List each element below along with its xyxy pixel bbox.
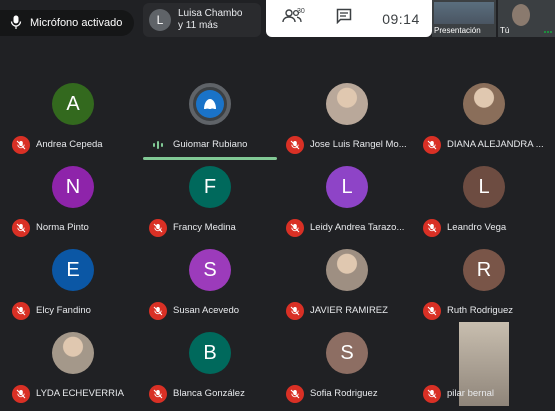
microphone-off-icon <box>149 302 167 320</box>
microphone-off-icon <box>423 302 441 320</box>
microphone-off-icon <box>12 385 30 403</box>
speaking-icon <box>153 140 163 150</box>
participant-name: Norma Pinto <box>36 222 89 233</box>
avatar: A <box>52 83 94 125</box>
chat-button[interactable] <box>318 0 370 37</box>
participant-name: LYDA ECHEVERRIA <box>36 388 124 399</box>
avatar: S <box>189 249 231 291</box>
microphone-off-icon <box>286 136 304 154</box>
microphone-off-icon <box>149 219 167 237</box>
avatar: F <box>189 166 231 208</box>
participant-tile[interactable]: B Blanca González <box>143 326 277 406</box>
avatar <box>463 83 505 125</box>
microphone-off-icon <box>423 219 441 237</box>
people-button[interactable]: 30 <box>266 0 318 37</box>
presentation-label: Presentación <box>434 26 481 35</box>
participant-tile[interactable]: L Leidy Andrea Tarazo... <box>280 160 414 240</box>
call-toolbar: 30 09:14 <box>266 0 432 37</box>
microphone-off-icon <box>12 302 30 320</box>
participant-name: Jose Luis Rangel Mo... <box>310 139 407 150</box>
participant-name: Blanca González <box>173 388 245 399</box>
self-view-thumbnail[interactable]: Tú <box>498 0 555 37</box>
participant-name: pilar bernal <box>447 388 494 399</box>
participant-tile[interactable]: JAVIER RAMIREZ <box>280 243 414 323</box>
clock: 09:14 <box>382 10 420 27</box>
microphone-off-icon <box>286 385 304 403</box>
participant-tile[interactable]: E Elcy Fandino <box>6 243 140 323</box>
avatar: S <box>326 332 368 374</box>
self-video <box>512 4 530 26</box>
caller-name: Luisa Chambo <box>178 8 243 19</box>
participant-name: DIANA ALEJANDRA ... <box>447 139 544 150</box>
participant-tile[interactable]: pilar bernal <box>417 322 551 406</box>
participant-name: Elcy Fandino <box>36 305 91 316</box>
participant-grid: A Andrea Cepeda Guiomar Rubiano Jose Luis R… <box>6 77 555 411</box>
people-count: 30 <box>297 8 305 15</box>
microphone-off-icon <box>286 302 304 320</box>
mic-status-pill[interactable]: Micrófono activado <box>0 10 134 36</box>
participant-tile[interactable]: S Susan Acevedo <box>143 243 277 323</box>
microphone-off-icon <box>149 385 167 403</box>
presentation-screen <box>434 2 494 24</box>
participant-tile[interactable]: S Sofia Rodriguez <box>280 326 414 406</box>
avatar: L <box>326 166 368 208</box>
more-options-icon[interactable] <box>544 31 552 34</box>
avatar <box>326 83 368 125</box>
chat-icon <box>336 8 352 29</box>
avatar <box>189 83 231 125</box>
participant-name: Sofia Rodriguez <box>310 388 378 399</box>
participant-tile[interactable]: N Norma Pinto <box>6 160 140 240</box>
avatar: R <box>463 249 505 291</box>
microphone-off-icon <box>12 136 30 154</box>
participant-tile[interactable]: L Leandro Vega <box>417 160 551 240</box>
participant-name: Guiomar Rubiano <box>173 139 248 150</box>
self-label: Tú <box>500 26 510 35</box>
avatar: E <box>52 249 94 291</box>
active-speakers-card[interactable]: L Luisa Chambo y 11 más <box>143 3 261 37</box>
participant-name: Ruth Rodriguez <box>447 305 514 316</box>
participant-name: Andrea Cepeda <box>36 139 103 150</box>
participant-tile[interactable]: A Andrea Cepeda <box>6 77 140 157</box>
microphone-off-icon <box>423 136 441 154</box>
caller-others: y 11 más <box>178 20 218 31</box>
microphone-off-icon <box>423 385 441 403</box>
microphone-off-icon <box>12 219 30 237</box>
meet-call-window: Micrófono activado L Luisa Chambo y 11 m… <box>0 0 555 411</box>
avatar: B <box>189 332 231 374</box>
participant-tile[interactable]: Guiomar Rubiano <box>143 77 277 160</box>
microphone-icon <box>10 15 22 32</box>
participant-name: Francy Medina <box>173 222 236 233</box>
presentation-thumbnail[interactable]: Presentación <box>432 0 496 37</box>
avatar: L <box>463 166 505 208</box>
avatar: L <box>149 9 171 31</box>
participant-name: Leandro Vega <box>447 222 507 233</box>
avatar <box>326 249 368 291</box>
mic-status-label: Micrófono activado <box>30 17 123 29</box>
participant-name: JAVIER RAMIREZ <box>310 305 388 316</box>
participant-name: Leidy Andrea Tarazo... <box>310 222 405 233</box>
avatar <box>52 332 94 374</box>
participant-name: Susan Acevedo <box>173 305 240 316</box>
microphone-off-icon <box>286 219 304 237</box>
participant-tile[interactable]: Jose Luis Rangel Mo... <box>280 77 414 157</box>
participant-tile[interactable]: LYDA ECHEVERRIA <box>6 326 140 406</box>
participant-tile[interactable]: R Ruth Rodriguez <box>417 243 551 323</box>
participant-tile[interactable]: F Francy Medina <box>143 160 277 240</box>
participant-tile[interactable]: DIANA ALEJANDRA ... <box>417 77 551 157</box>
avatar: N <box>52 166 94 208</box>
